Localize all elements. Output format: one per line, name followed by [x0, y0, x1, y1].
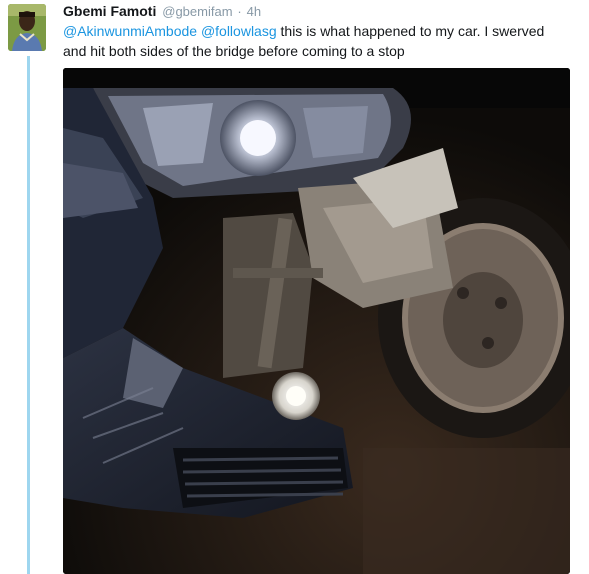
mention-akinwunmiambode[interactable]: @AkinwunmiAmbode: [63, 23, 197, 39]
thread-line: [27, 56, 30, 574]
author-name[interactable]: Gbemi Famoti: [63, 3, 156, 19]
damaged-car-photo-icon: [63, 68, 570, 574]
avatar[interactable]: [8, 4, 46, 51]
author-handle[interactable]: @gbemifam: [162, 4, 232, 19]
tweet-text-line-2: and hit both sides of the bridge before …: [63, 43, 405, 59]
separator: ·: [237, 4, 242, 19]
tweet-photo[interactable]: [63, 68, 570, 574]
tweet-text-line-1: this is what happened to my car. I swerv…: [276, 23, 545, 39]
tweet-text: @AkinwunmiAmbode @followlasg this is wha…: [63, 21, 573, 61]
mention-followlasg[interactable]: @followlasg: [201, 23, 277, 39]
avatar-image: [8, 4, 46, 51]
tweet-header: Gbemi Famoti @gbemifam · 4h: [63, 3, 261, 20]
timestamp[interactable]: 4h: [247, 4, 261, 19]
tweet: Gbemi Famoti @gbemifam · 4h @AkinwunmiAm…: [0, 0, 589, 574]
